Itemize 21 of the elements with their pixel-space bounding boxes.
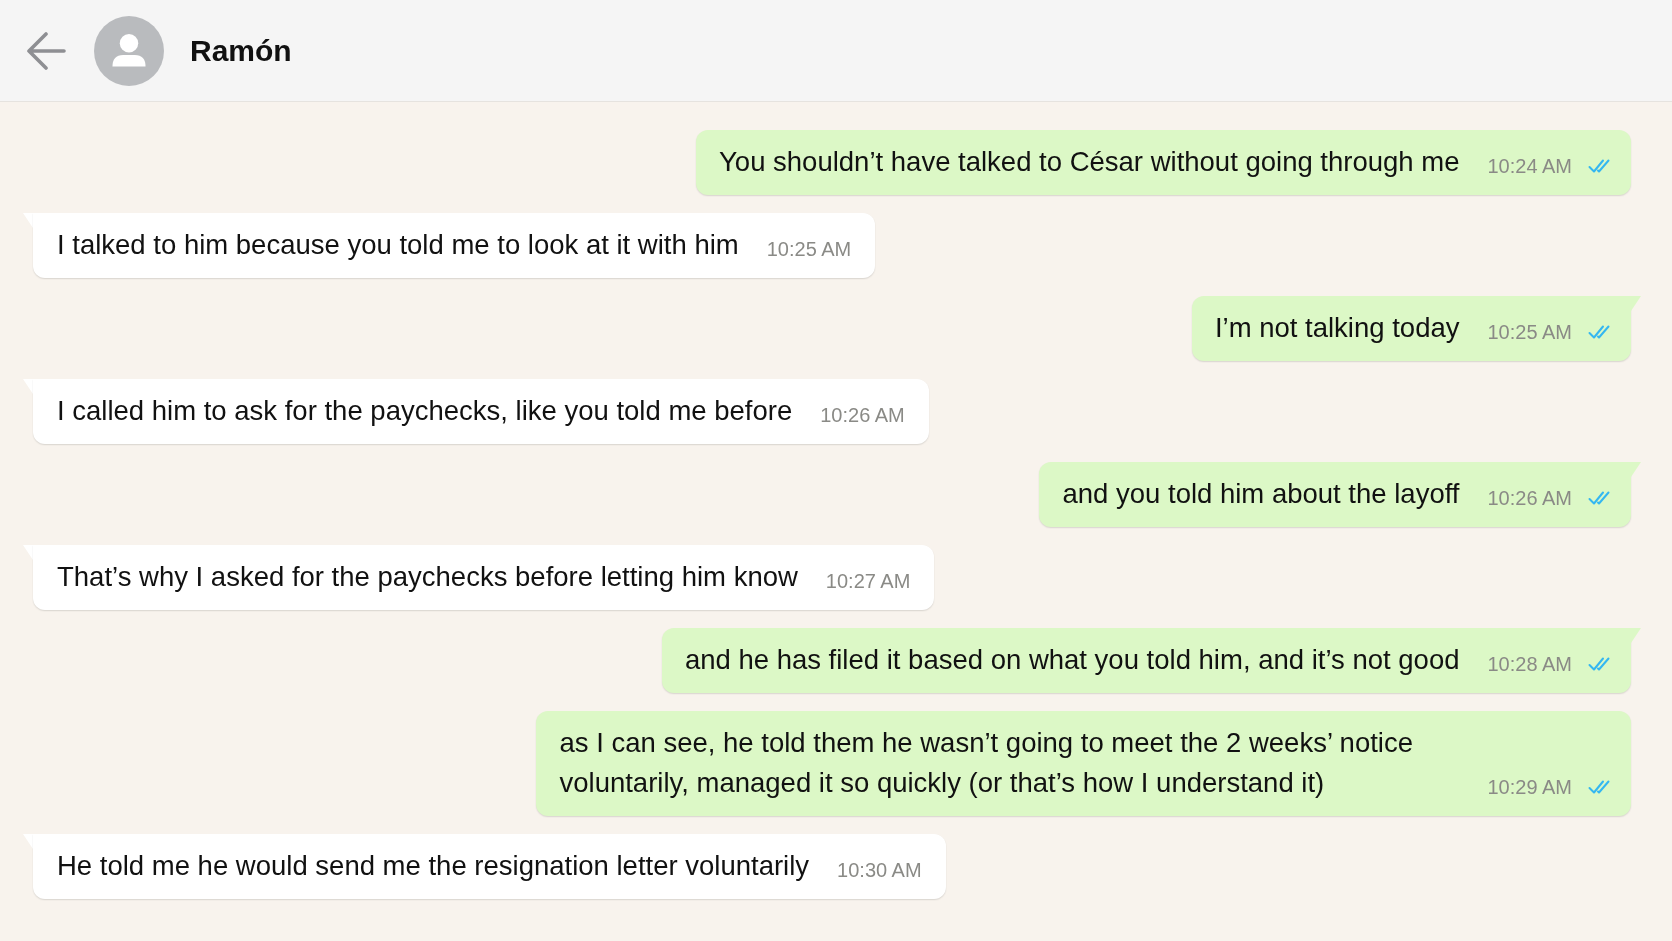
message-time: 10:24 AM <box>1487 154 1572 178</box>
message-text: as I can see, he told them he wasn’t going to meet the 2 weeks’ notice voluntarily, managed it so quickly (or that’s how I understand it) <box>559 726 1414 800</box>
message-text: and you told him about the layoff <box>1062 477 1460 511</box>
back-arrow-icon[interactable] <box>26 31 66 70</box>
message-text: I’m not talking today <box>1214 311 1460 345</box>
message-text: and he has filed it based on what you told him, and it’s not good <box>684 643 1460 677</box>
message-time: 10:29 AM <box>1487 775 1572 799</box>
message-time: 10:26 AM <box>1487 486 1572 510</box>
message-text: I called him to ask for the paychecks, like you told me before <box>57 394 793 428</box>
message-time: 10:28 AM <box>1487 652 1572 676</box>
avatar-icon[interactable] <box>94 15 164 86</box>
message-time: 10:30 AM <box>837 858 922 882</box>
message-time: 10:25 AM <box>1487 320 1572 344</box>
message-text: That’s why I asked for the paychecks before letting him know <box>57 560 798 594</box>
message-text: I talked to him because you told me to look at it with him <box>57 228 739 262</box>
message-time: 10:27 AM <box>825 569 911 593</box>
message-time: 10:25 AM <box>766 237 852 261</box>
message-text: He told me he would send me the resignation letter voluntarily <box>57 849 810 883</box>
message-time: 10:26 AM <box>820 403 905 427</box>
contact-name: Ramón <box>190 33 292 68</box>
message-text: You shouldn’t have talked to César without going through me <box>719 145 1460 179</box>
